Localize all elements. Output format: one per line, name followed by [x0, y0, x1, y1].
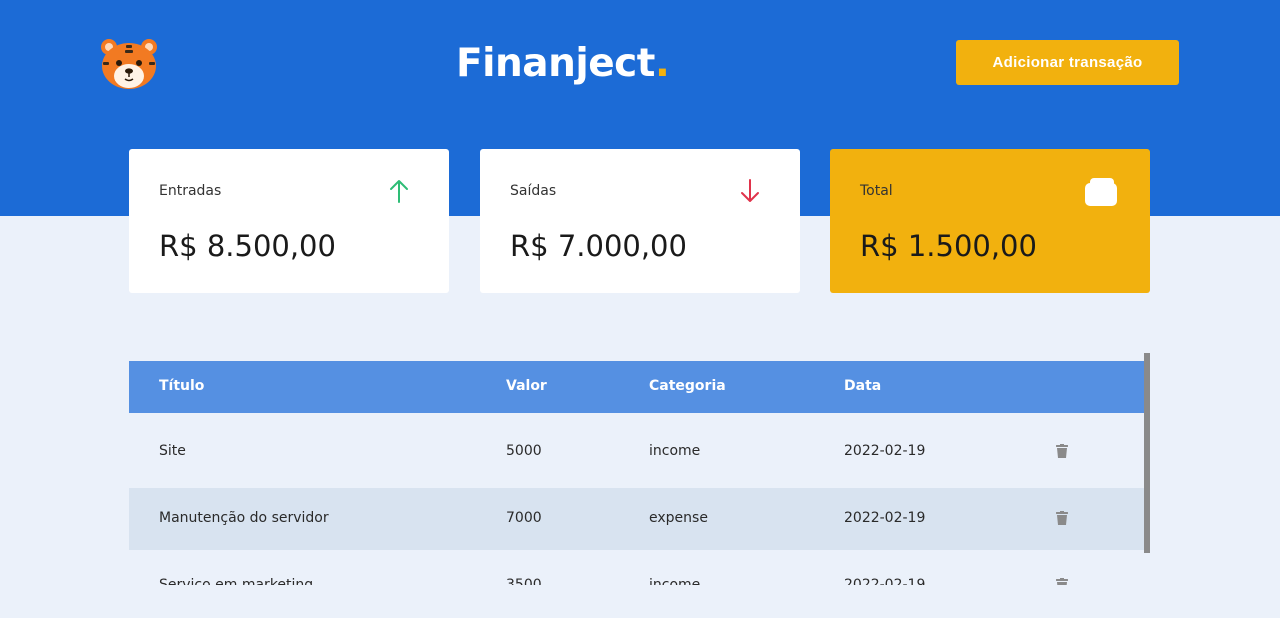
- tiger-face-icon: [101, 39, 157, 89]
- row-date: 2022-02-19: [844, 443, 926, 459]
- row-category: income: [649, 577, 701, 585]
- brand-name: Finanject: [456, 41, 655, 86]
- total-value: R$ 1.500,00: [860, 229, 1037, 263]
- income-label: Entradas: [159, 183, 222, 199]
- column-header-value: Valor: [506, 378, 547, 394]
- brand-dot: .: [654, 41, 670, 86]
- outcome-value: R$ 7.000,00: [510, 229, 687, 263]
- arrow-down-icon: [741, 179, 759, 202]
- row-value: 3500: [506, 577, 542, 585]
- total-card: Total R$ 1.500,00: [830, 149, 1150, 293]
- add-transaction-button[interactable]: Adicionar transação: [956, 40, 1179, 85]
- table-scrollbar[interactable]: [1144, 353, 1150, 553]
- income-value: R$ 8.500,00: [159, 229, 336, 263]
- row-title: Site: [159, 443, 186, 459]
- arrow-up-icon: [390, 180, 408, 203]
- table-row: Serviço em marketing 3500 income 2022-02…: [129, 555, 1144, 585]
- column-header-category: Categoria: [649, 378, 726, 394]
- wallet-icon: [1085, 178, 1117, 206]
- outcome-card: Saídas R$ 7.000,00: [480, 149, 800, 293]
- table-row: Manutenção do servidor 7000 expense 2022…: [129, 488, 1144, 550]
- row-title: Serviço em marketing: [159, 577, 314, 585]
- table-row: Site 5000 income 2022-02-19: [129, 421, 1144, 483]
- table-header: Título Valor Categoria Data: [129, 361, 1144, 413]
- column-header-title: Título: [159, 378, 205, 394]
- row-title: Manutenção do servidor: [159, 510, 329, 526]
- row-category: income: [649, 443, 701, 459]
- trash-icon[interactable]: [1056, 444, 1068, 458]
- trash-icon[interactable]: [1056, 511, 1068, 525]
- total-label: Total: [860, 183, 893, 199]
- row-value: 7000: [506, 510, 542, 526]
- transactions-table[interactable]: Título Valor Categoria Data Site 5000 in…: [129, 353, 1151, 585]
- trash-icon[interactable]: [1056, 578, 1068, 585]
- brand-title: Finanject.: [456, 40, 670, 88]
- row-category: expense: [649, 510, 708, 526]
- row-date: 2022-02-19: [844, 510, 926, 526]
- income-card: Entradas R$ 8.500,00: [129, 149, 449, 293]
- outcome-label: Saídas: [510, 183, 557, 199]
- row-date: 2022-02-19: [844, 577, 926, 585]
- column-header-date: Data: [844, 378, 882, 394]
- row-value: 5000: [506, 443, 542, 459]
